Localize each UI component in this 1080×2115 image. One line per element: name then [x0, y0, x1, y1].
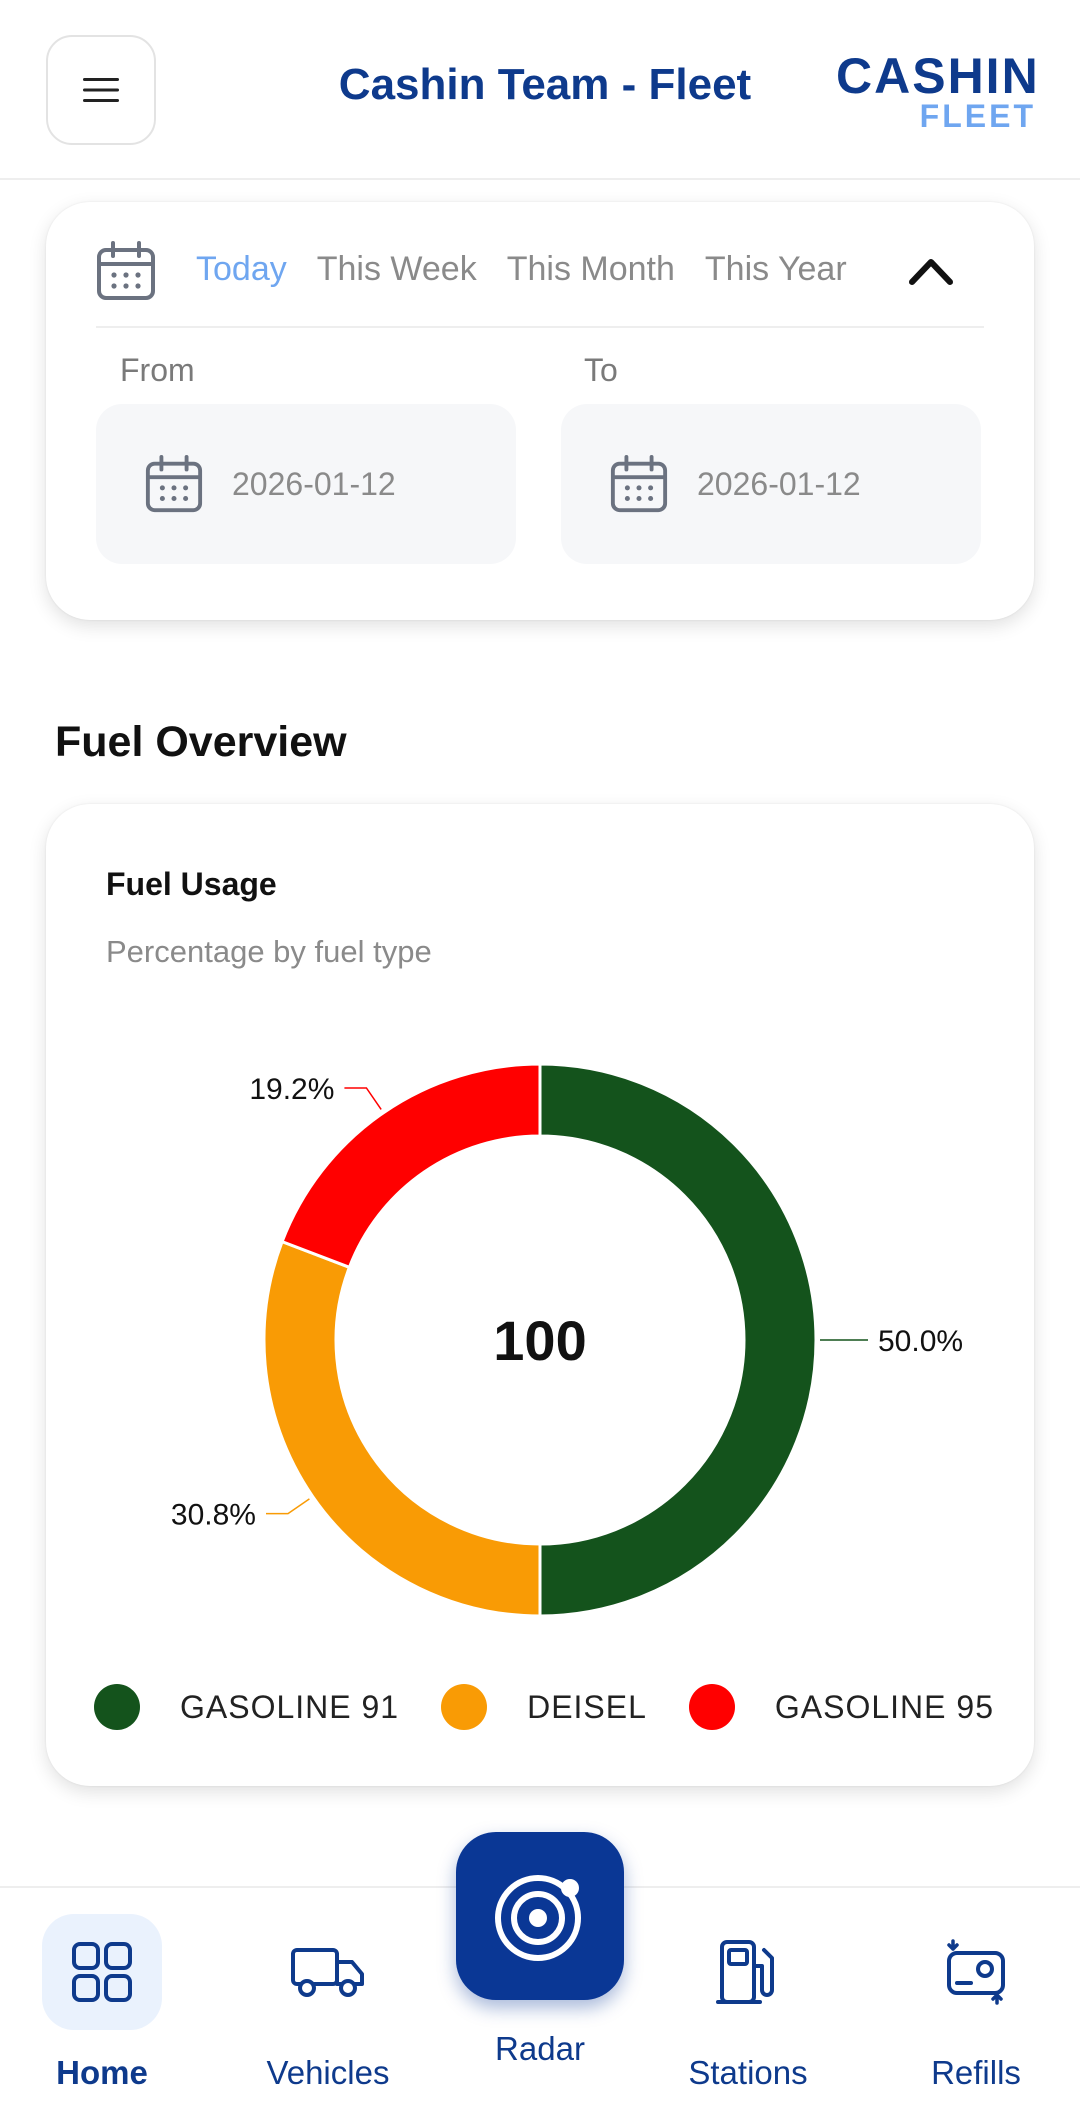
legend-dot — [441, 1684, 488, 1730]
from-label: From — [120, 352, 195, 388]
cashin-fleet-logo: CASHIN FLEET — [836, 48, 1040, 134]
nav-icon-wrap — [268, 1914, 388, 2030]
fuel-pump-icon — [716, 1940, 774, 2004]
legend-label: GASOLINE 91 — [180, 1688, 400, 1725]
to-date-value: 2026-01-12 — [697, 465, 861, 502]
leader-line — [265, 1498, 310, 1515]
nav-label-home: Home — [56, 2054, 148, 2091]
chart-legend: GASOLINE 91 DEISEL GASOLINE 95 — [94, 1684, 994, 1730]
tab-this-week[interactable]: This Week — [317, 250, 477, 289]
nav-item-stations[interactable]: Stations — [648, 1888, 848, 2115]
grid-icon — [72, 1942, 132, 2002]
nav-label-refills: Refills — [931, 2054, 1021, 2091]
calendar-icon — [97, 241, 155, 300]
menu-button[interactable] — [46, 35, 156, 145]
nav-icon-wrap — [688, 1914, 808, 2030]
nav-item-vehicles[interactable]: Vehicles — [228, 1888, 428, 2115]
leader-line — [344, 1087, 382, 1110]
nav-icon-wrap — [42, 1914, 162, 2030]
to-label: To — [584, 352, 618, 388]
pie-slice-deisel[interactable] — [262, 1239, 542, 1618]
legend-label: DEISEL — [527, 1688, 647, 1725]
tab-this-month[interactable]: This Month — [507, 250, 675, 289]
chevron-up-icon[interactable] — [906, 250, 956, 290]
slice-value-label: 19.2% — [249, 1073, 334, 1106]
app-title: Cashin Team - Fleet — [338, 60, 752, 109]
radar-button[interactable] — [456, 1832, 624, 2000]
radar-icon — [495, 1875, 581, 1961]
nav-label-radar: Radar — [495, 2030, 585, 2067]
nav-label-stations: Stations — [688, 2054, 808, 2091]
donut-chart: 50.0% 30.8% 19.2% 100 — [171, 1062, 963, 1618]
truck-icon — [291, 1948, 364, 1997]
from-date-field[interactable]: 2026-01-12 — [96, 404, 516, 564]
app-header: Cashin Team - Fleet CASHIN FLEET — [0, 0, 1080, 180]
calendar-icon — [610, 454, 668, 513]
divider — [96, 326, 984, 328]
legend-dot — [94, 1684, 140, 1730]
donut-center-total: 100 — [493, 1309, 586, 1372]
slice-value-label: 30.8% — [171, 1499, 256, 1532]
legend-label: GASOLINE 95 — [774, 1688, 994, 1725]
from-date-value: 2026-01-12 — [232, 465, 396, 502]
nav-icon-wrap — [916, 1914, 1036, 2030]
section-title: Fuel Overview — [55, 718, 347, 766]
fuel-usage-card: Fuel Usage Percentage by fuel type 50.0%… — [46, 804, 1034, 1786]
legend-dot — [688, 1684, 735, 1730]
legend-item[interactable]: DEISEL — [441, 1684, 647, 1730]
refill-icon — [947, 1939, 1005, 2005]
to-date-field[interactable]: 2026-01-12 — [561, 404, 981, 564]
slice-value-label: 50.0% — [878, 1325, 963, 1358]
logo-top-text: CASHIN — [836, 48, 1040, 104]
logo-bottom-text: FLEET — [919, 98, 1036, 134]
nav-item-refills[interactable]: Refills — [876, 1888, 1076, 2115]
nav-label-vehicles: Vehicles — [266, 2054, 390, 2091]
legend-item[interactable]: GASOLINE 95 — [688, 1684, 994, 1730]
hamburger-icon — [83, 78, 119, 102]
calendar-icon — [145, 454, 203, 513]
tab-today[interactable]: Today — [196, 250, 287, 289]
date-filter-card: Today This Week This Month This Year Fro… — [46, 202, 1034, 620]
nav-item-home[interactable]: Home — [2, 1888, 202, 2115]
range-tabs: Today This Week This Month This Year — [196, 250, 847, 289]
page: Cashin Team - Fleet CASHIN FLEET Today T… — [0, 0, 1080, 2115]
legend-item[interactable]: GASOLINE 91 — [94, 1684, 399, 1730]
tab-this-year[interactable]: This Year — [705, 250, 847, 289]
